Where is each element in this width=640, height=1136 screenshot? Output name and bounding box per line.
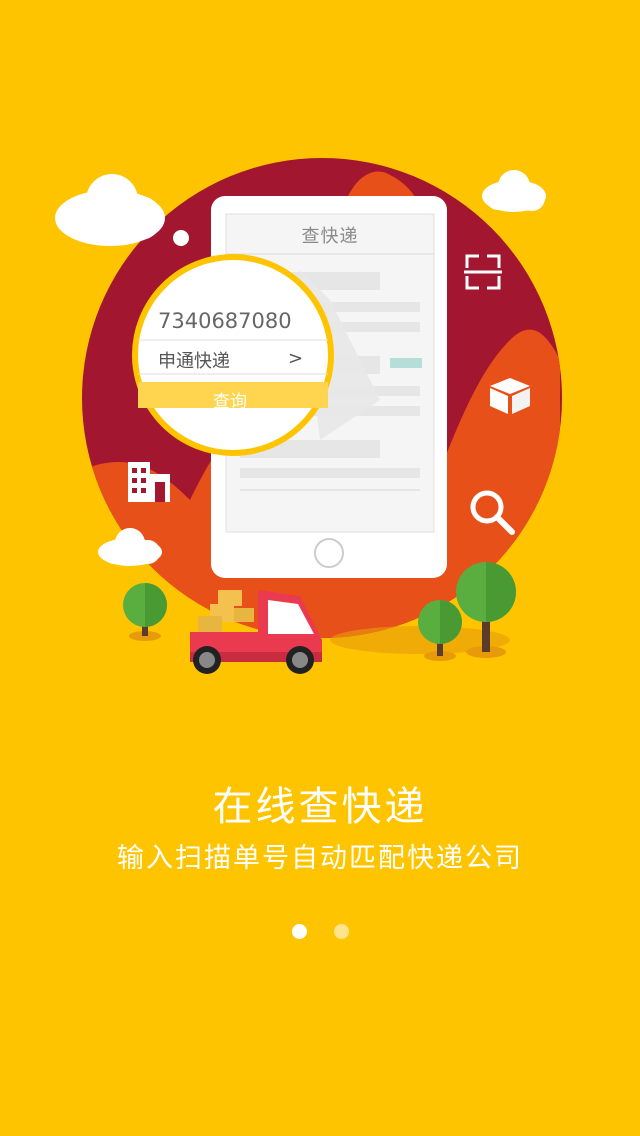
- courier-company-text: 申通快递: [158, 351, 230, 372]
- cloud-right: [482, 170, 546, 212]
- onboarding-subtitle: 输入扫描单号自动匹配快递公司: [117, 843, 523, 874]
- phone-screen-title: 查快递: [301, 226, 359, 247]
- cloud-left: [55, 174, 165, 246]
- page-dot-1[interactable]: [292, 924, 307, 939]
- onboarding-title: 在线查快递: [212, 784, 428, 830]
- chevron-right-icon: >: [288, 348, 304, 369]
- query-button-illustration: 查询: [213, 392, 247, 412]
- onboarding-illustration: [55, 158, 562, 674]
- page-indicator: [0, 924, 640, 940]
- dot-decoration: [173, 230, 189, 246]
- page-dot-2[interactable]: [334, 924, 349, 939]
- tracking-number-text: 7340687080: [158, 309, 292, 333]
- tree-left: [123, 583, 167, 641]
